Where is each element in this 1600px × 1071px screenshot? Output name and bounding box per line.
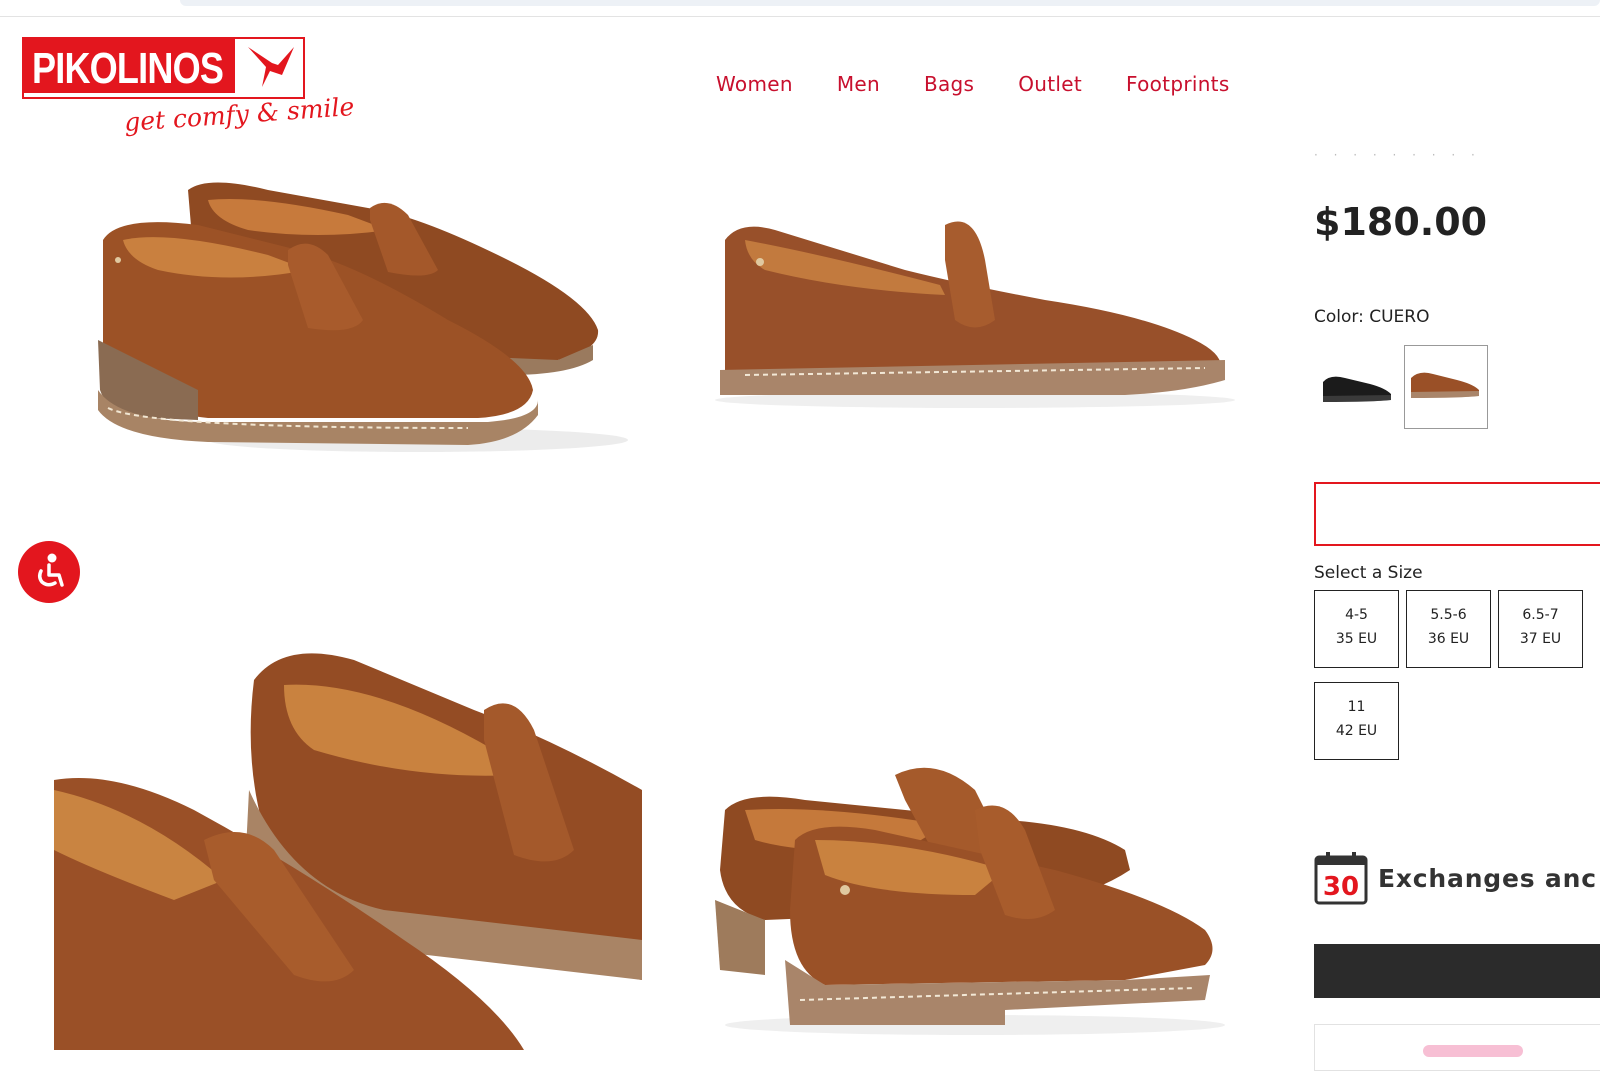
exchanges-text: Exchanges anc (1378, 863, 1597, 893)
product-image-detail[interactable] (54, 640, 642, 1050)
nav-bags[interactable]: Bags (924, 72, 974, 96)
detail-shoe-graphic (54, 640, 642, 1050)
product-image-pair-front[interactable] (88, 160, 628, 460)
black-loafer-thumbnail (1323, 376, 1391, 402)
size-option-36[interactable]: 5.5-6 36 EU (1406, 590, 1491, 668)
pikolinos-logo[interactable]: PIKOLINOS get comfy & smile (22, 37, 355, 137)
add-to-cart-button[interactable] (1314, 944, 1600, 998)
bird-logo-icon (248, 47, 294, 87)
main-nav: Women Men Bags Outlet Footprints (716, 72, 1230, 96)
color-label-text: Color: (1314, 307, 1364, 327)
swatch-cuero[interactable] (1404, 345, 1488, 429)
color-label: Color: CUERO (1314, 307, 1429, 327)
logo-wordmark: PIKOLINOS (32, 44, 224, 93)
calendar-icon: 30 (1314, 852, 1368, 905)
size-us: 5.5-6 (1430, 607, 1467, 623)
product-image-side[interactable] (705, 200, 1245, 415)
product-image-pair-back[interactable] (705, 760, 1245, 1040)
browser-top-bar (0, 0, 1600, 17)
logo-red-block: PIKOLINOS (24, 39, 235, 93)
select-size-label: Select a Size (1314, 563, 1423, 583)
size-us: 11 (1347, 699, 1366, 715)
size-guide-box[interactable]: ◢ (1314, 482, 1600, 546)
size-option-37[interactable]: 6.5-7 37 EU (1498, 590, 1583, 668)
product-price: $180.00 (1314, 200, 1488, 244)
nav-men[interactable]: Men (837, 72, 880, 96)
size-us: 4-5 (1345, 607, 1368, 623)
brown-loafer-thumbnail (1411, 372, 1479, 398)
rating-dots: · · · · · · · · · (1314, 148, 1481, 162)
accessibility-button[interactable] (18, 541, 80, 603)
calendar-number: 30 (1323, 872, 1359, 902)
color-value: CUERO (1369, 307, 1430, 327)
size-eu: 36 EU (1427, 631, 1470, 647)
nav-outlet[interactable]: Outlet (1018, 72, 1082, 96)
nav-footprints[interactable]: Footprints (1126, 72, 1230, 96)
nav-women[interactable]: Women (716, 72, 793, 96)
size-us: 6.5-7 (1522, 607, 1559, 623)
size-eu: 35 EU (1335, 631, 1378, 647)
promo-box (1314, 1024, 1600, 1071)
size-eu: 42 EU (1335, 723, 1378, 739)
promo-badge (1423, 1045, 1523, 1057)
size-option-35[interactable]: 4-5 35 EU (1314, 590, 1399, 668)
swatch-black[interactable] (1314, 345, 1398, 429)
exchanges-info: 30 Exchanges anc (1314, 850, 1597, 906)
size-option-42[interactable]: 11 42 EU (1314, 682, 1399, 760)
accessibility-icon (37, 553, 64, 587)
size-eu: 37 EU (1519, 631, 1562, 647)
address-bar-edge (180, 0, 1600, 6)
